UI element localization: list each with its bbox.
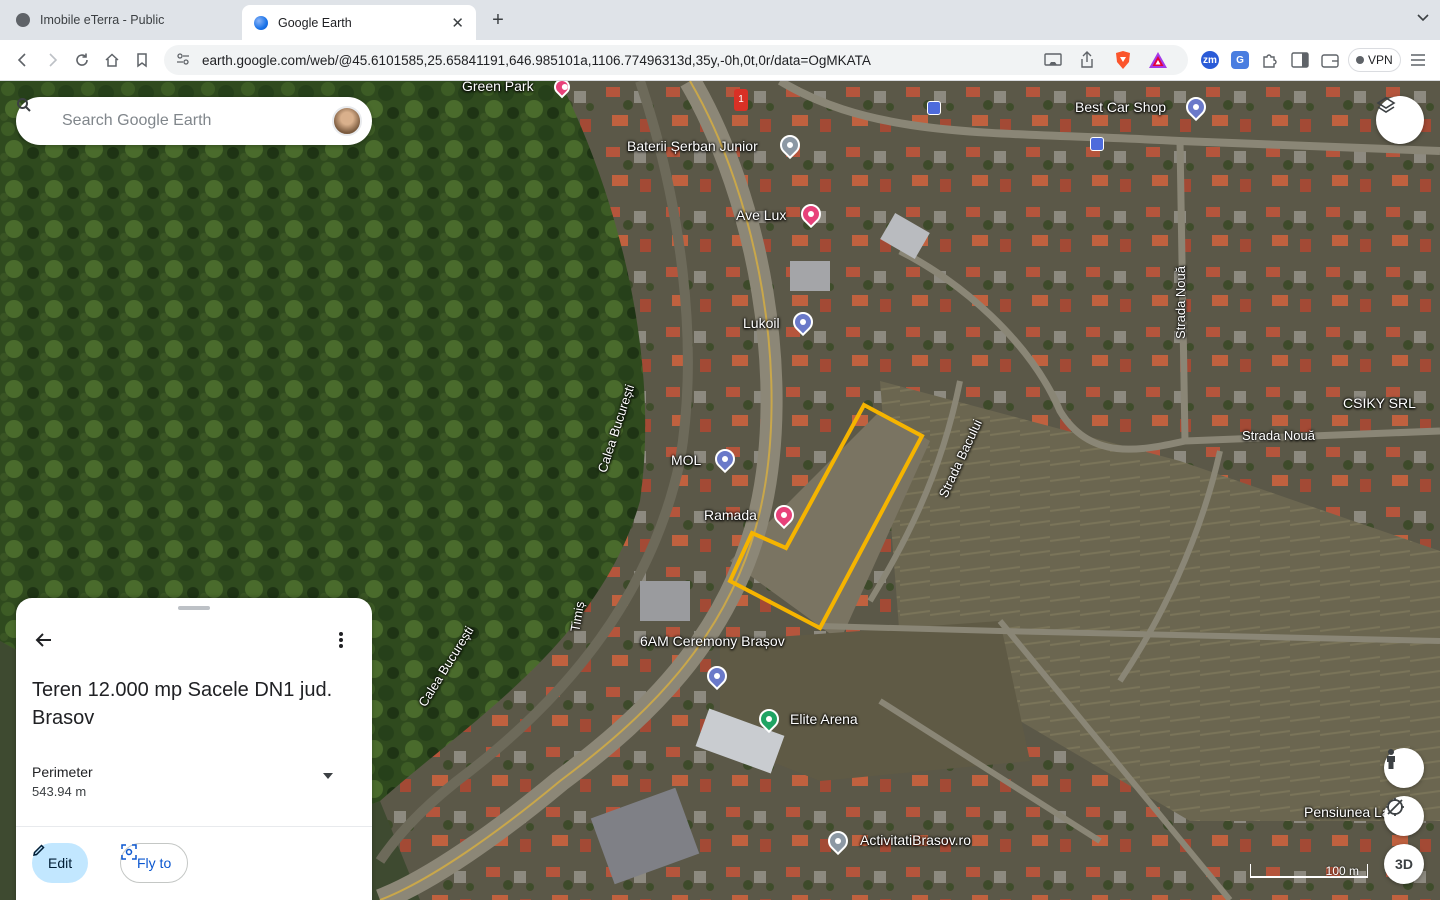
tab-title: Google Earth bbox=[278, 15, 352, 30]
bookmark-icon[interactable] bbox=[131, 49, 153, 71]
browser-toolbar: earth.google.com/web/@45.6101585,25.6584… bbox=[0, 40, 1440, 81]
forward-icon[interactable] bbox=[41, 49, 63, 71]
google-earth-icon bbox=[254, 15, 268, 30]
fly-to-icon bbox=[121, 844, 137, 860]
place-label[interactable]: 6AM Ceremony Brașov bbox=[640, 633, 785, 649]
globe-icon bbox=[16, 13, 30, 27]
layers-button[interactable] bbox=[1376, 96, 1424, 144]
place-label[interactable]: MOL bbox=[671, 452, 701, 468]
fly-to-label: Fly to bbox=[137, 855, 172, 871]
street-view-button[interactable] bbox=[1384, 748, 1424, 788]
pencil-icon bbox=[33, 844, 45, 856]
tab-search-chevron-icon[interactable] bbox=[1416, 10, 1430, 26]
edit-button[interactable]: Edit bbox=[32, 843, 89, 883]
divider bbox=[16, 826, 372, 827]
bus-stop-icon[interactable] bbox=[927, 101, 941, 115]
reset-view-button[interactable] bbox=[1384, 796, 1424, 836]
search-input[interactable]: Search Google Earth bbox=[62, 112, 332, 130]
place-label[interactable]: ActivitatiBrasov.ro bbox=[860, 832, 971, 848]
place-label[interactable]: Baterii Șerban Junior bbox=[627, 138, 758, 154]
vpn-button[interactable]: VPN bbox=[1348, 48, 1401, 72]
share-icon[interactable] bbox=[1080, 51, 1094, 74]
edit-label: Edit bbox=[48, 855, 73, 871]
tab-title: Imobile eTerra - Public bbox=[40, 13, 165, 27]
place-label[interactable]: Ramada bbox=[704, 507, 757, 523]
map-view[interactable]: 1 Green Park Baterii Șerban Junior Ave L… bbox=[0, 81, 1440, 900]
reload-icon[interactable] bbox=[71, 49, 93, 71]
home-icon[interactable] bbox=[101, 49, 123, 71]
drag-handle[interactable] bbox=[178, 606, 210, 610]
measure-value: 543.94 m bbox=[32, 784, 87, 799]
place-label[interactable]: Lukoil bbox=[743, 315, 780, 331]
wallet-icon[interactable] bbox=[1321, 51, 1339, 69]
url-text[interactable]: earth.google.com/web/@45.6101585,25.6584… bbox=[202, 53, 871, 68]
new-tab-button[interactable]: + bbox=[488, 9, 508, 32]
compass-icon bbox=[1386, 798, 1404, 816]
bus-stop-icon[interactable] bbox=[1090, 137, 1104, 151]
place-label[interactable]: Ave Lux bbox=[736, 207, 786, 223]
layers-icon bbox=[1376, 97, 1396, 113]
tab-bar: Imobile eTerra - Public Google Earth ✕ + bbox=[0, 0, 1440, 40]
translate-icon[interactable]: G bbox=[1231, 51, 1249, 69]
search-box[interactable]: Search Google Earth bbox=[16, 97, 372, 145]
place-label[interactable]: CSIKY SRL bbox=[1343, 395, 1416, 411]
pegman-icon bbox=[1387, 749, 1395, 769]
road-label: Strada Nouă bbox=[1173, 266, 1188, 339]
scale-label: 100 m bbox=[1325, 864, 1359, 878]
vpn-status-icon bbox=[1356, 56, 1364, 64]
route-shield[interactable]: 1 bbox=[734, 89, 748, 111]
scale-bar: 100 m bbox=[1250, 864, 1368, 878]
feature-title: Teren 12.000 mp Sacele DN1 jud. Brasov bbox=[32, 679, 333, 729]
avatar[interactable] bbox=[332, 106, 362, 136]
vpn-label: VPN bbox=[1368, 53, 1393, 67]
road-label: Strada Nouă bbox=[1242, 428, 1315, 443]
sidebar-icon[interactable] bbox=[1291, 51, 1309, 69]
measure-label: Perimeter bbox=[32, 764, 93, 780]
fly-to-button[interactable]: Fly to bbox=[120, 843, 189, 883]
tab-imobile-eterra[interactable]: Imobile eTerra - Public bbox=[4, 5, 240, 35]
feature-panel: Teren 12.000 mp Sacele DN1 jud. Brasov P… bbox=[16, 598, 372, 900]
cast-icon[interactable] bbox=[1044, 52, 1062, 73]
place-label[interactable]: Best Car Shop bbox=[1075, 99, 1166, 115]
brave-rewards-icon[interactable] bbox=[1148, 51, 1168, 74]
address-bar[interactable]: earth.google.com/web/@45.6101585,25.6584… bbox=[164, 45, 1188, 75]
site-settings-icon[interactable] bbox=[168, 52, 198, 69]
menu-icon[interactable] bbox=[1409, 51, 1427, 69]
close-tab-icon[interactable]: ✕ bbox=[451, 14, 464, 32]
place-label[interactable]: Green Park bbox=[462, 81, 534, 94]
toggle-3d-button[interactable]: 3D bbox=[1384, 844, 1424, 884]
zoom-icon[interactable]: zm bbox=[1201, 51, 1219, 69]
puzzle-icon[interactable] bbox=[1261, 51, 1279, 69]
tab-google-earth[interactable]: Google Earth ✕ bbox=[242, 5, 476, 40]
place-label[interactable]: Elite Arena bbox=[790, 711, 858, 727]
back-icon[interactable] bbox=[12, 49, 34, 71]
brave-shield-icon[interactable] bbox=[1114, 50, 1132, 75]
